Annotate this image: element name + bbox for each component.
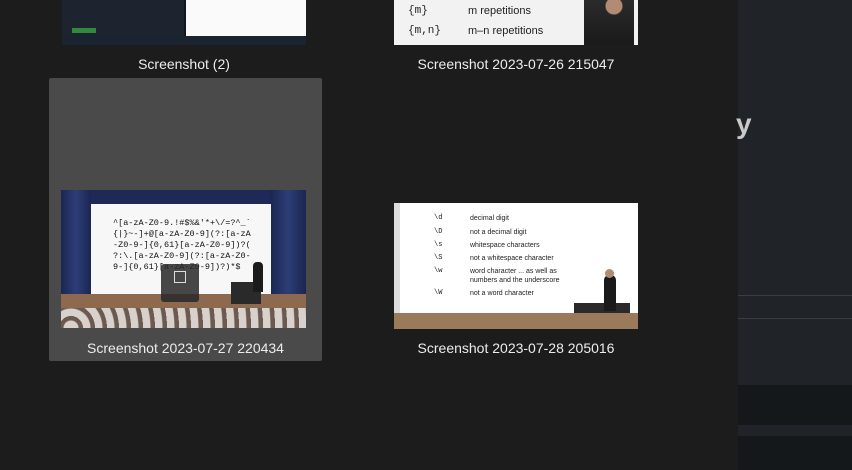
presenter-head bbox=[605, 269, 614, 278]
slide-edge bbox=[394, 203, 400, 329]
side-pane-row[interactable] bbox=[738, 385, 852, 425]
slide-desc: decimal digit bbox=[470, 215, 509, 222]
thumbnail-screenshot-2 bbox=[62, 0, 306, 45]
thumbnail-button bbox=[72, 28, 96, 33]
thumbnail-regex-lecture: ^[a-zA-Z0-9.!#$%&'*+\/=?^_` {|}~-]+@[a-z… bbox=[61, 190, 306, 328]
audience bbox=[61, 308, 306, 328]
slide-key: \S bbox=[434, 254, 443, 262]
slide-desc: not a word character bbox=[470, 290, 534, 297]
slide-desc: not a whitespace character bbox=[470, 255, 554, 262]
file-caption: Screenshot (2) bbox=[138, 56, 230, 72]
slide-key: \w bbox=[434, 267, 443, 275]
slide-desc: m–n repetitions bbox=[468, 25, 544, 37]
thumbnail-chart bbox=[186, 0, 306, 36]
slide-key: \d bbox=[434, 214, 443, 222]
divider bbox=[738, 295, 852, 296]
file-caption: Screenshot 2023-07-27 220434 bbox=[87, 340, 284, 356]
presenter-figure bbox=[253, 262, 263, 292]
slide-key: \W bbox=[434, 289, 443, 297]
thumbnail-repetitions-slide: {m} m repetitions {m,n} m–n repetitions bbox=[394, 0, 638, 45]
thumbnail-taskbar bbox=[62, 36, 306, 45]
stage bbox=[394, 313, 638, 329]
slide-key: \s bbox=[434, 241, 443, 249]
divider bbox=[738, 318, 852, 319]
file-grid: Screenshot (2) {m} m repetitions {m,n} m… bbox=[0, 0, 738, 470]
side-pane-row[interactable] bbox=[738, 436, 852, 470]
thumbnail-character-classes-slide: \d decimal digit \D not a decimal digit … bbox=[394, 203, 638, 329]
podium bbox=[574, 303, 630, 313]
slide-desc: word character ... as well as numbers an… bbox=[470, 268, 560, 284]
presenter-figure bbox=[584, 0, 634, 45]
file-caption: Screenshot 2023-07-26 215047 bbox=[417, 56, 615, 72]
side-pane-partial-text: y bbox=[736, 108, 752, 139]
window-icon bbox=[174, 271, 186, 283]
slide-key: {m,n} bbox=[408, 25, 442, 37]
presenter-figure bbox=[604, 275, 616, 311]
file-caption: Screenshot 2023-07-28 205016 bbox=[417, 340, 615, 356]
slide-desc: whitespace characters bbox=[470, 242, 540, 249]
slide-desc: m repetitions bbox=[468, 5, 531, 17]
video-preview-icon[interactable] bbox=[161, 264, 199, 302]
slide-desc: not a decimal digit bbox=[470, 229, 527, 236]
slide-key: {m} bbox=[408, 5, 428, 17]
slide-key: \D bbox=[434, 228, 443, 236]
